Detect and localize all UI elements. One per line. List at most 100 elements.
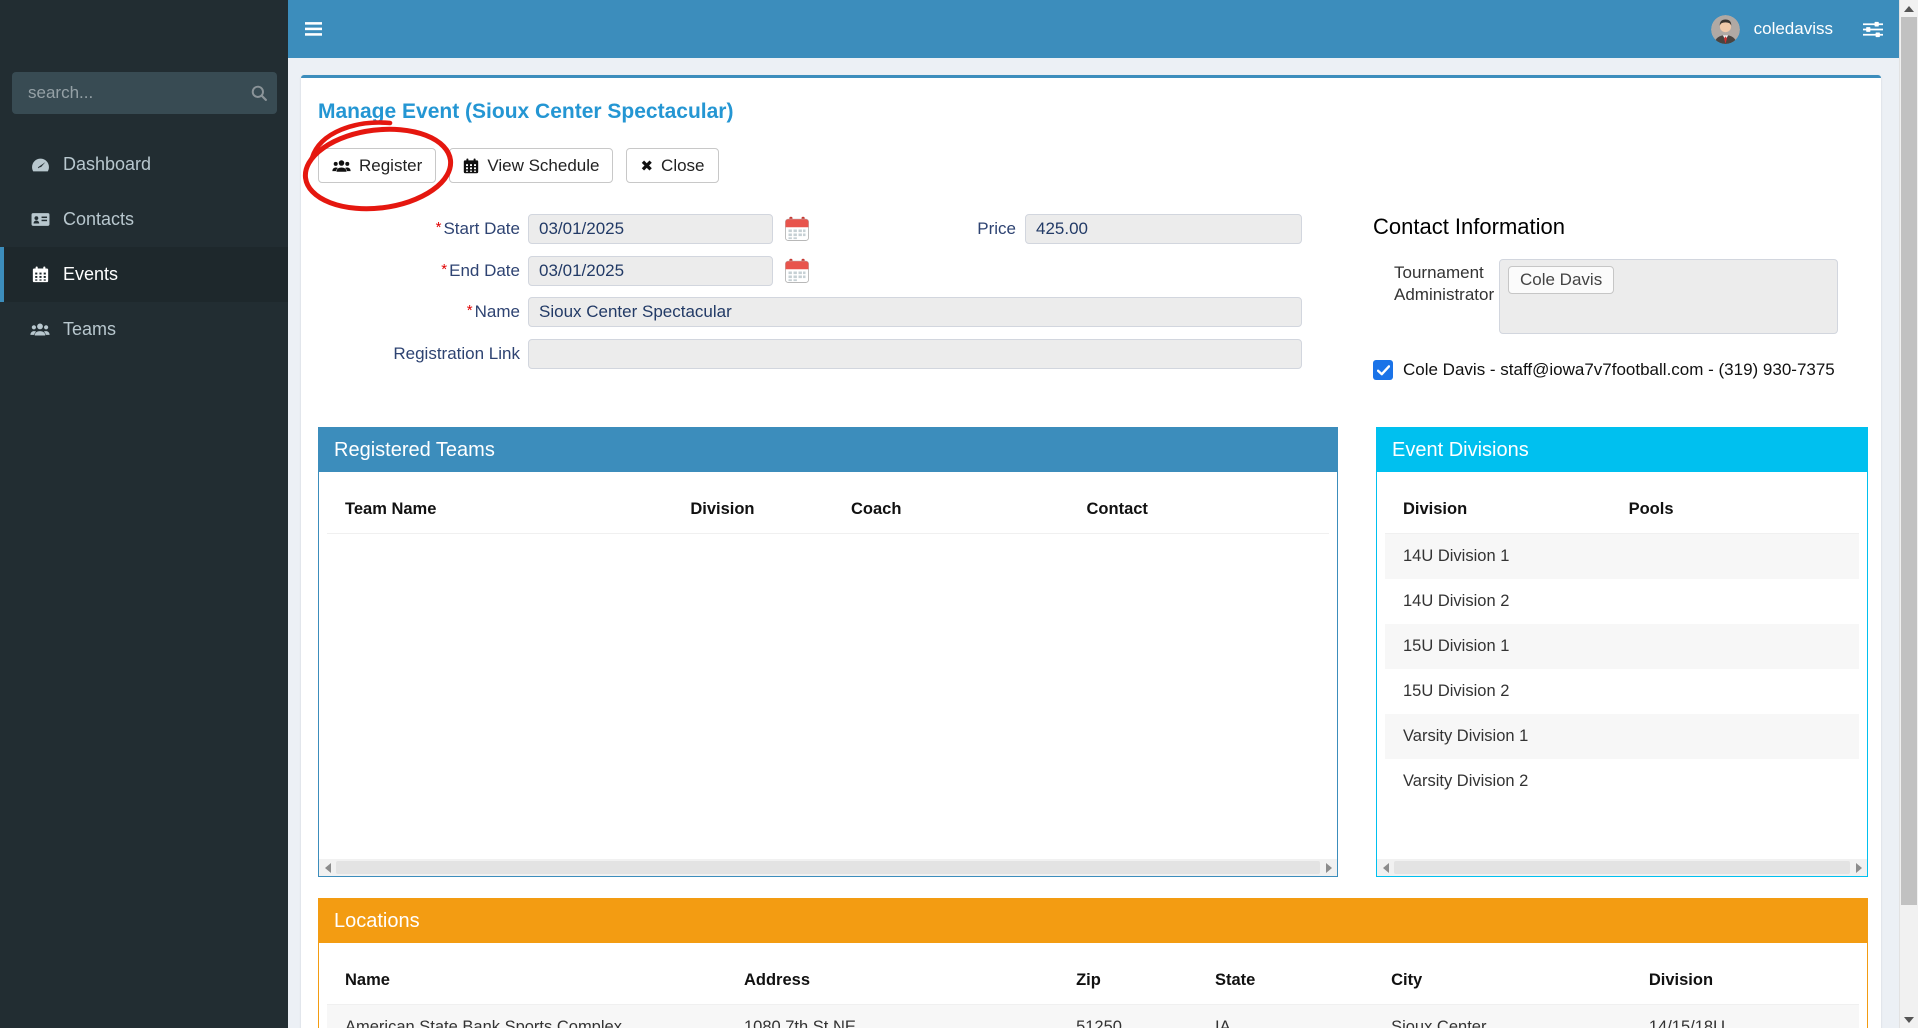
admin-selected-chip[interactable]: Cole Davis (1508, 266, 1614, 294)
cell-division: 15U Division 1 (1385, 624, 1611, 669)
search-icon[interactable] (251, 85, 267, 101)
contact-checkbox[interactable] (1373, 360, 1393, 380)
gauge-icon (27, 157, 53, 173)
scroll-right-arrow-icon[interactable] (1850, 859, 1867, 876)
view-schedule-button[interactable]: View Schedule (449, 148, 613, 183)
contact-information-heading: Contact Information (1373, 214, 1565, 240)
scroll-left-arrow-icon[interactable] (1377, 859, 1394, 876)
registered-teams-table: Team Name Division Coach Contact Pool (327, 480, 1329, 534)
registered-teams-hscrollbar[interactable] (319, 859, 1337, 876)
column-header: Name (327, 951, 726, 1005)
cell-division: 15U Division 2 (1385, 669, 1611, 714)
user-avatar[interactable] (1711, 15, 1740, 44)
sidebar-item-contacts[interactable]: Contacts (0, 192, 288, 247)
cell-division: Varsity Division 1 (1385, 714, 1611, 759)
vscrollbar-thumb[interactable] (1901, 17, 1917, 905)
scroll-right-arrow-icon[interactable] (1320, 859, 1337, 876)
register-button[interactable]: Register (318, 148, 436, 183)
cell-address: 1080 7th St NE (726, 1005, 1058, 1028)
contact-option-row: Cole Davis - staff@iowa7v7football.com -… (1373, 360, 1835, 380)
end-date-picker-icon[interactable] (784, 258, 810, 284)
table-row[interactable]: Varsity Division 1 (1385, 714, 1859, 759)
scroll-left-arrow-icon[interactable] (319, 859, 336, 876)
sidebar-search (12, 72, 277, 114)
cell-state: IA (1197, 1005, 1373, 1028)
cell-division: 14U Division 2 (1385, 579, 1611, 624)
end-date-row: *End Date (340, 256, 810, 286)
end-date-input[interactable] (528, 256, 773, 286)
calendar-icon (463, 158, 479, 174)
event-divisions-hscrollbar[interactable] (1377, 859, 1867, 876)
start-date-label: *Start Date (340, 219, 520, 239)
locations-panel: Locations Name Address Zip State City Di… (318, 898, 1868, 1028)
event-divisions-rows: 14U Division 114U Division 215U Division… (1385, 534, 1859, 805)
table-row[interactable]: 14U Division 1 (1385, 534, 1859, 580)
table-row[interactable]: Varsity Division 2 (1385, 759, 1859, 804)
cell-pools (1611, 669, 1859, 714)
cell-city: Sioux Center (1373, 1005, 1631, 1028)
page-vertical-scrollbar[interactable] (1899, 0, 1918, 1028)
registered-teams-panel: Registered Teams Team Name Division Coac… (318, 427, 1338, 877)
cell-pools (1611, 759, 1859, 804)
scroll-down-arrow-icon[interactable] (1900, 1011, 1918, 1028)
sidebar-item-label: Teams (63, 319, 116, 340)
cell-division: 14/15/18U (1631, 1005, 1859, 1028)
table-row[interactable]: 15U Division 2 (1385, 669, 1859, 714)
users-icon (27, 322, 53, 337)
sidebar-item-dashboard[interactable]: Dashboard (0, 137, 288, 192)
required-asterisk: * (467, 302, 473, 319)
close-button-label: Close (661, 156, 704, 176)
column-header: Contact (1069, 480, 1329, 534)
contact-option-label: Cole Davis - staff@iowa7v7football.com -… (1403, 360, 1835, 380)
price-row: Price (900, 214, 1302, 244)
cell-pools (1611, 579, 1859, 624)
table-row[interactable]: American State Bank Sports Complex1080 7… (327, 1005, 1859, 1028)
sidebar-toggle-icon[interactable] (305, 0, 349, 58)
required-asterisk: * (436, 219, 442, 236)
event-name-input[interactable] (528, 297, 1302, 327)
scroll-up-arrow-icon[interactable] (1900, 0, 1918, 17)
column-header: Address (726, 951, 1058, 1005)
users-icon (332, 159, 351, 173)
settings-sliders-icon[interactable] (1863, 21, 1883, 38)
calendar-icon (27, 266, 53, 283)
tournament-administrator-label: Tournament Administrator (1394, 262, 1504, 306)
sidebar-item-label: Dashboard (63, 154, 151, 175)
event-divisions-header: Event Divisions (1377, 428, 1867, 472)
end-date-label: *End Date (340, 261, 520, 281)
sidebar-item-teams[interactable]: Teams (0, 302, 288, 357)
column-header: Division (672, 480, 833, 534)
cell-pools (1611, 534, 1859, 580)
column-header: City (1373, 951, 1631, 1005)
price-input[interactable] (1025, 214, 1302, 244)
id-card-icon (27, 212, 53, 227)
table-row[interactable]: 15U Division 1 (1385, 624, 1859, 669)
navbar-right: coledaviss (1711, 15, 1899, 44)
column-header: Coach (833, 480, 1069, 534)
tournament-administrator-select[interactable]: Cole Davis (1499, 259, 1838, 334)
search-input[interactable] (26, 82, 251, 104)
table-row[interactable]: 14U Division 2 (1385, 579, 1859, 624)
cell-pools (1611, 624, 1859, 669)
cell-pools (1611, 714, 1859, 759)
register-button-label: Register (359, 156, 422, 176)
column-header: Division (1385, 480, 1611, 534)
locations-rows: American State Bank Sports Complex1080 7… (327, 1005, 1859, 1028)
name-row: *Name (340, 297, 1302, 327)
column-header: Zip (1058, 951, 1197, 1005)
start-date-picker-icon[interactable] (784, 216, 810, 242)
registered-teams-header: Registered Teams (319, 428, 1337, 472)
close-button[interactable]: ✖ Close (626, 148, 718, 183)
cell-division: Varsity Division 2 (1385, 759, 1611, 804)
close-x-icon: ✖ (640, 157, 653, 175)
registration-link-input[interactable] (528, 339, 1302, 369)
hscrollbar-thumb[interactable] (336, 861, 1320, 874)
start-date-input[interactable] (528, 214, 773, 244)
hscrollbar-thumb[interactable] (1394, 861, 1850, 874)
sidebar-item-events[interactable]: Events (0, 247, 288, 302)
start-date-row: *Start Date (340, 214, 810, 244)
column-header: Division (1631, 951, 1859, 1005)
price-label: Price (900, 219, 1016, 239)
sidebar-menu: Dashboard Contacts Events Teams (0, 137, 288, 357)
username[interactable]: coledaviss (1754, 19, 1833, 39)
